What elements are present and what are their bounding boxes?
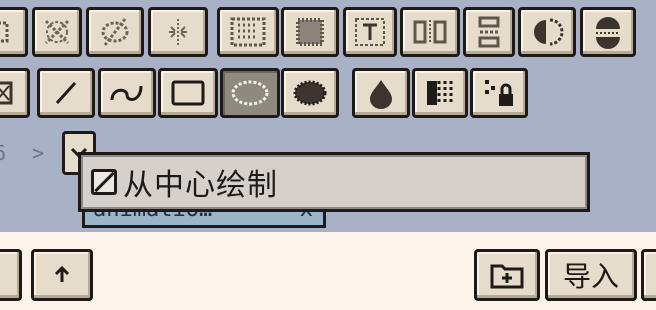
- breadcrumb-item[interactable]: 6: [0, 141, 8, 165]
- dense-dither-icon: [296, 18, 324, 46]
- sparse-dither-button[interactable]: [217, 7, 279, 57]
- line-tool-button[interactable]: [37, 68, 95, 118]
- ellipse-tool-icon: [231, 80, 269, 106]
- column-split-icon: [413, 20, 447, 44]
- brush-shape-x-icon: [44, 19, 70, 45]
- gradient-dither-icon: [427, 81, 453, 105]
- ellipse-tool-button[interactable]: [220, 68, 280, 118]
- dense-dither-button[interactable]: [281, 7, 339, 57]
- sphere-left-button[interactable]: [518, 7, 576, 57]
- gradient-dither-button[interactable]: [412, 68, 468, 118]
- import-label: 导入: [562, 260, 619, 293]
- mirror-dots-icon: [169, 19, 187, 45]
- tooltip-label: 从中心绘制: [123, 168, 278, 203]
- line-tool-icon: [55, 81, 77, 105]
- tooltip: 从中心绘制: [78, 152, 590, 212]
- slash-circle-button[interactable]: [86, 7, 144, 57]
- breadcrumb-separator: >: [32, 141, 47, 165]
- sphere-left-icon: [534, 18, 564, 46]
- slash-circle-icon: [101, 18, 129, 46]
- rectangle-tool-icon: [171, 80, 205, 106]
- curve-tool-button[interactable]: [98, 68, 156, 118]
- curve-tool-icon: [110, 85, 143, 101]
- draw-from-center-checkbox-icon: [91, 169, 117, 195]
- filled-ellipse-icon: [293, 80, 327, 106]
- dots-lock-button[interactable]: [470, 68, 528, 118]
- new-folder-icon: [490, 264, 524, 289]
- filled-ellipse-button[interactable]: [281, 68, 339, 118]
- mirror-dots-button[interactable]: [148, 7, 208, 57]
- new-folder-button[interactable]: [474, 249, 540, 301]
- rect-select-icon: [0, 81, 13, 105]
- stacked-rows-button[interactable]: [463, 7, 515, 57]
- column-split-button[interactable]: [400, 7, 460, 57]
- fill-bucket-icon: [0, 21, 9, 43]
- sparse-dither-icon: [230, 17, 266, 47]
- left-partial-button[interactable]: [0, 249, 22, 301]
- import-button[interactable]: 导入: [545, 249, 637, 301]
- dots-lock-icon: [485, 80, 513, 106]
- drop-icon: [370, 80, 392, 109]
- rect-select-button[interactable]: [0, 68, 30, 118]
- rectangle-tool-button[interactable]: [158, 68, 218, 118]
- stacked-rows-icon: [478, 16, 500, 48]
- brush-shape-x-button[interactable]: [32, 7, 82, 57]
- text-frame-button[interactable]: [343, 7, 397, 57]
- fill-bucket-button[interactable]: [0, 7, 28, 57]
- up-arrow-icon: [54, 265, 70, 282]
- sphere-stripes-button[interactable]: [580, 7, 636, 57]
- right-partial-button[interactable]: [641, 249, 656, 301]
- text-frame-icon: [355, 18, 385, 46]
- drop-button[interactable]: [352, 68, 410, 118]
- sphere-stripes-icon: [596, 17, 620, 49]
- up-button[interactable]: [31, 249, 93, 301]
